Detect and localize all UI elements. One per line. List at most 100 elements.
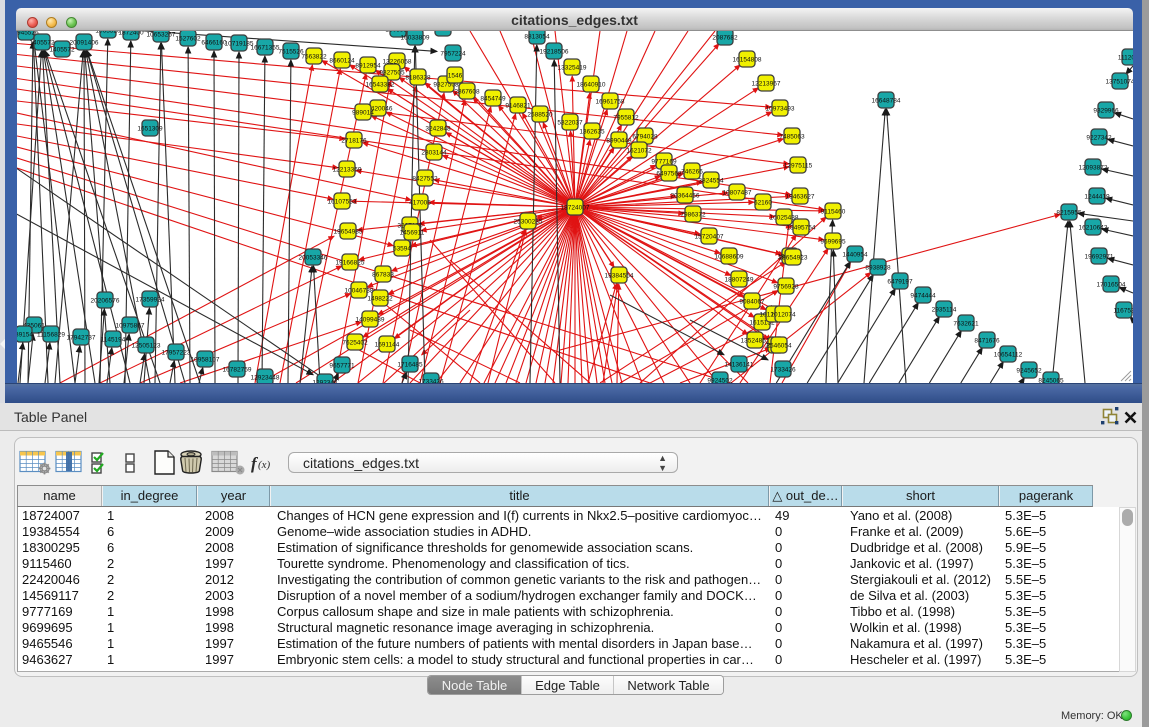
svg-text:417006: 417006 — [409, 199, 431, 206]
svg-text:7632621: 7632621 — [953, 320, 979, 327]
svg-text:1498222: 1498222 — [367, 295, 393, 302]
svg-text:8813054: 8813054 — [524, 33, 550, 40]
svg-text:8215955: 8215955 — [1056, 209, 1082, 216]
svg-text:9115460: 9115460 — [821, 208, 846, 215]
svg-text:7485063: 7485063 — [779, 133, 805, 140]
svg-text:2087682: 2087682 — [712, 34, 738, 41]
svg-text:10654112: 10654112 — [994, 351, 1023, 358]
svg-text:62160: 62160 — [754, 199, 772, 206]
svg-text:8912954: 8912954 — [355, 62, 381, 69]
svg-text:1112045: 1112045 — [1118, 54, 1133, 61]
svg-text:3824554: 3824554 — [698, 177, 724, 184]
svg-text:9327505: 9327505 — [379, 69, 405, 76]
svg-text:13751074: 13751074 — [1106, 78, 1133, 85]
svg-text:1733426: 1733426 — [770, 366, 796, 373]
svg-text:9227342: 9227342 — [1086, 134, 1112, 141]
svg-text:16543382: 16543382 — [366, 81, 395, 88]
svg-text:7957224: 7957224 — [440, 50, 466, 57]
svg-text:867833: 867833 — [372, 271, 394, 278]
svg-text:9777169: 9777169 — [651, 158, 677, 165]
svg-text:19384554: 19384554 — [605, 272, 634, 279]
svg-text:19654923: 19654923 — [779, 254, 808, 261]
svg-text:9474444: 9474444 — [910, 292, 936, 299]
svg-text:1012074: 1012074 — [770, 311, 796, 318]
svg-text:1691144: 1691144 — [375, 341, 400, 348]
svg-text:12923448: 12923448 — [251, 374, 280, 381]
svg-text:9084067: 9084067 — [739, 298, 765, 305]
svg-text:15720407: 15720407 — [695, 233, 724, 240]
svg-text:8186328: 8186328 — [405, 74, 431, 81]
svg-text:3242848: 3242848 — [425, 125, 451, 132]
svg-text:2546054: 2546054 — [766, 342, 792, 349]
svg-text:1651309: 1651309 — [137, 125, 163, 132]
svg-text:14136141: 14136141 — [725, 361, 754, 368]
svg-text:8938928: 8938928 — [865, 264, 891, 271]
svg-text:12975115: 12975115 — [784, 162, 813, 169]
svg-text:1405572: 1405572 — [29, 39, 55, 46]
svg-text:6497568: 6497568 — [656, 170, 682, 177]
svg-text:16782759: 16782759 — [223, 366, 252, 373]
svg-text:12505123: 12505123 — [132, 342, 161, 349]
svg-text:19692971: 19692971 — [1085, 253, 1114, 260]
svg-text:1716485: 1716485 — [397, 361, 423, 368]
svg-text:19654985: 19654985 — [334, 228, 363, 235]
svg-text:20053346: 20053346 — [299, 254, 328, 261]
svg-text:7515526: 7515526 — [278, 48, 304, 55]
svg-text:1527602: 1527602 — [175, 35, 201, 42]
svg-text:16961758: 16961758 — [596, 98, 625, 105]
svg-text:16671355: 16671355 — [251, 44, 280, 51]
svg-text:53594: 53594 — [393, 245, 411, 252]
svg-text:8427552: 8427552 — [412, 175, 438, 182]
svg-text:8660124: 8660124 — [329, 57, 355, 64]
svg-text:9245652: 9245652 — [1016, 367, 1042, 374]
svg-text:6479197: 6479197 — [887, 278, 913, 285]
svg-text:12213369: 12213369 — [333, 166, 362, 173]
svg-text:39154: 39154 — [17, 331, 33, 338]
svg-text:19495754: 19495754 — [787, 224, 816, 231]
svg-text:10958107: 10958107 — [191, 356, 220, 363]
svg-text:2718176: 2718176 — [341, 137, 367, 144]
svg-text:9329966: 9329966 — [1093, 107, 1119, 114]
svg-text:18807249: 18807249 — [725, 276, 754, 283]
svg-text:7563822: 7563822 — [301, 53, 327, 60]
svg-text:20364456: 20364456 — [671, 192, 700, 199]
svg-text:7955812: 7955812 — [613, 114, 639, 121]
svg-text:1145194: 1145194 — [101, 336, 126, 343]
svg-text:2867608: 2867608 — [454, 88, 480, 95]
svg-text:17957223: 17957223 — [162, 349, 191, 356]
svg-text:1456911: 1456911 — [400, 229, 425, 236]
svg-text:7986372: 7986372 — [680, 211, 706, 218]
svg-text:12213967: 12213967 — [752, 80, 781, 87]
svg-text:19218506: 19218506 — [540, 48, 569, 55]
svg-text:16154808: 16154808 — [733, 56, 762, 63]
svg-text:10046738: 10046738 — [345, 287, 374, 294]
svg-text:(x): (x) — [258, 459, 271, 471]
svg-text:20091406: 20091406 — [70, 39, 99, 46]
svg-text:6794028: 6794028 — [632, 133, 658, 140]
svg-text:9146821: 9146821 — [505, 102, 531, 109]
svg-text:1362635: 1362635 — [579, 128, 605, 135]
svg-text:18724007: 18724007 — [561, 204, 590, 211]
svg-text:11156829: 11156829 — [37, 331, 65, 338]
svg-text:8454749: 8454749 — [480, 95, 506, 102]
svg-text:2588520: 2588520 — [527, 111, 553, 118]
svg-text:989014: 989014 — [352, 109, 374, 116]
svg-text:18640910: 18640910 — [577, 81, 606, 88]
svg-text:7625402: 7625402 — [342, 339, 368, 346]
svg-text:6466160: 6466160 — [201, 39, 227, 46]
svg-text:10688609: 10688609 — [715, 253, 744, 260]
svg-text:25300235: 25300235 — [514, 218, 543, 225]
svg-text:2803144: 2803144 — [421, 149, 447, 156]
svg-text:2935114: 2935114 — [932, 306, 957, 313]
svg-text:8471676: 8471676 — [974, 337, 1000, 344]
svg-text:17359924: 17359924 — [136, 296, 165, 303]
svg-text:10807487: 10807487 — [723, 189, 752, 196]
svg-text:1065326: 1065326 — [95, 31, 121, 34]
svg-text:17942737: 17942737 — [67, 334, 96, 341]
svg-text:19463627: 19463627 — [786, 193, 815, 200]
svg-text:1440954: 1440954 — [842, 251, 868, 258]
svg-text:9657771: 9657771 — [329, 362, 355, 369]
svg-text:14099489: 14099489 — [356, 316, 385, 323]
svg-text:1244419: 1244419 — [1084, 193, 1110, 200]
svg-text:5322037: 5322037 — [557, 119, 583, 126]
